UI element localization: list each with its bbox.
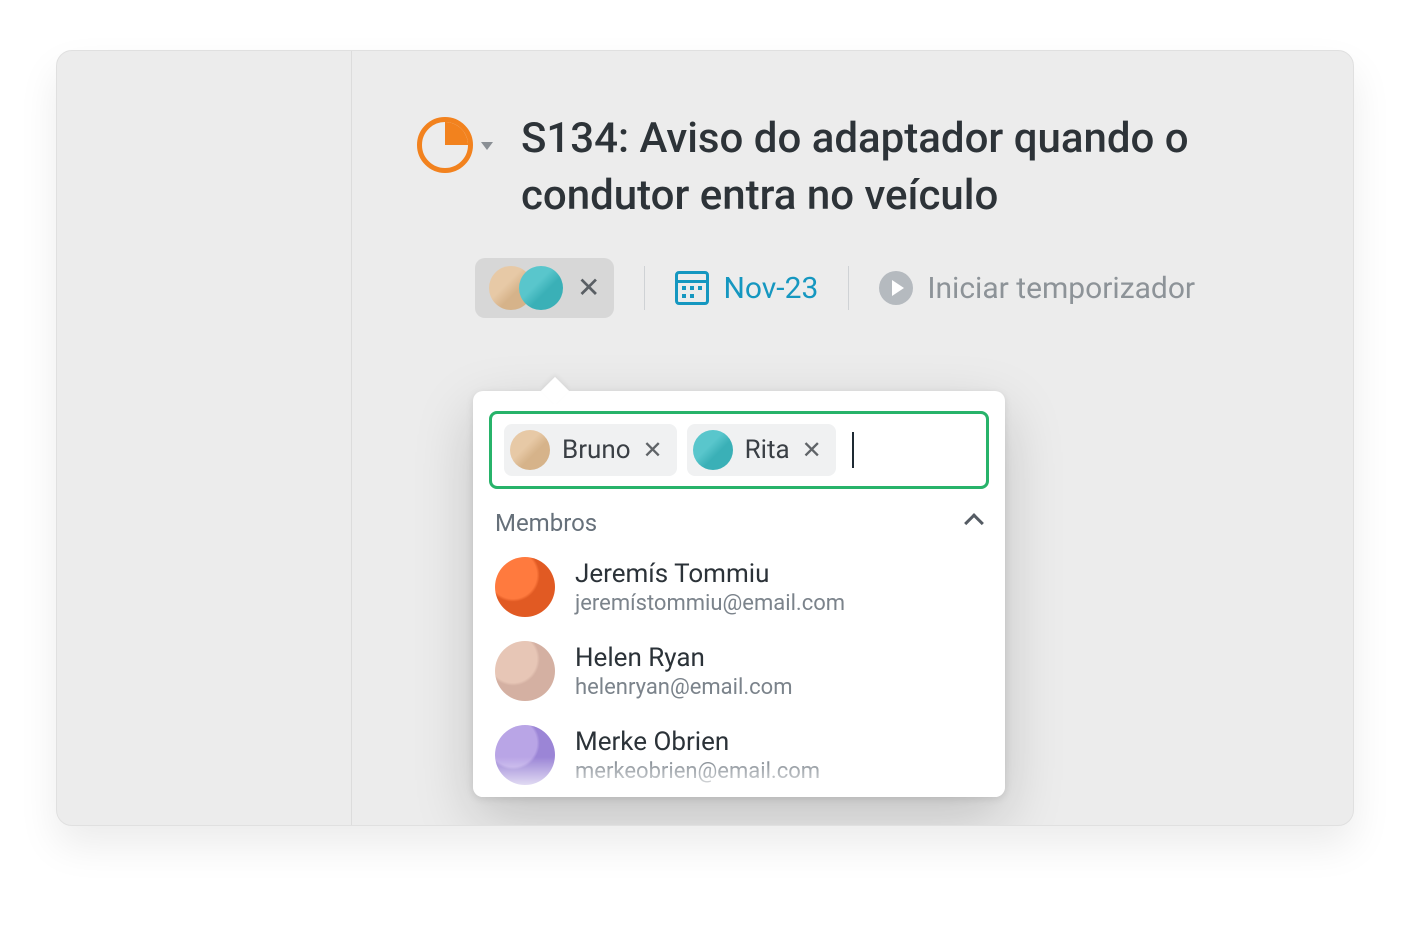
clear-assignees-icon[interactable]: ✕ (577, 274, 600, 302)
start-timer-button[interactable]: Iniciar temporizador (879, 271, 1195, 306)
member-name: Jeremís Tommiu (575, 559, 845, 589)
member-email: jeremístommiu@email.com (575, 591, 845, 616)
calendar-icon (675, 271, 709, 305)
task-detail-panel: S134: Aviso do adaptador quando o condut… (56, 50, 1354, 826)
member-option[interactable]: Merke Obrien merkeobrien@email.com (473, 713, 1005, 797)
task-title[interactable]: S134: Aviso do adaptador quando o condut… (521, 111, 1313, 224)
assignee-picker-popover: Bruno ✕ Rita ✕ Membros Jeremís Tommiu (473, 391, 1005, 797)
member-name: Merke Obrien (575, 727, 820, 757)
avatar (693, 430, 733, 470)
assignee-search-input[interactable]: Bruno ✕ Rita ✕ (489, 411, 989, 489)
chevron-up-icon (964, 513, 984, 533)
avatar (495, 641, 555, 701)
member-option[interactable]: Jeremís Tommiu jeremístommiu@email.com (473, 545, 1005, 629)
assignee-avatars (489, 266, 563, 310)
member-name: Helen Ryan (575, 643, 793, 673)
avatar (519, 266, 563, 310)
separator (644, 266, 645, 310)
assignees-chip[interactable]: ✕ (475, 258, 614, 318)
play-icon (879, 271, 913, 305)
avatar (510, 430, 550, 470)
timer-label: Iniciar temporizador (927, 271, 1195, 306)
assignee-token[interactable]: Bruno ✕ (504, 424, 677, 476)
due-date-label: Nov-23 (723, 271, 818, 306)
chevron-down-icon (481, 142, 493, 150)
remove-token-icon[interactable]: ✕ (643, 436, 663, 464)
token-name: Bruno (562, 435, 631, 465)
sidebar-divider (351, 51, 352, 825)
status-dropdown[interactable] (417, 117, 493, 173)
remove-token-icon[interactable]: ✕ (802, 436, 822, 464)
member-email: merkeobrien@email.com (575, 759, 820, 784)
members-section-header[interactable]: Membros (473, 489, 1005, 545)
separator (848, 266, 849, 310)
popover-arrow (541, 377, 569, 405)
assignee-token[interactable]: Rita ✕ (687, 424, 836, 476)
quarter-pie-icon (417, 117, 473, 173)
due-date-button[interactable]: Nov-23 (675, 271, 818, 306)
token-name: Rita (745, 435, 790, 465)
member-option[interactable]: Helen Ryan helenryan@email.com (473, 629, 1005, 713)
members-label: Membros (495, 509, 597, 537)
member-email: helenryan@email.com (575, 675, 793, 700)
avatar (495, 725, 555, 785)
avatar (495, 557, 555, 617)
text-cursor (852, 432, 854, 468)
